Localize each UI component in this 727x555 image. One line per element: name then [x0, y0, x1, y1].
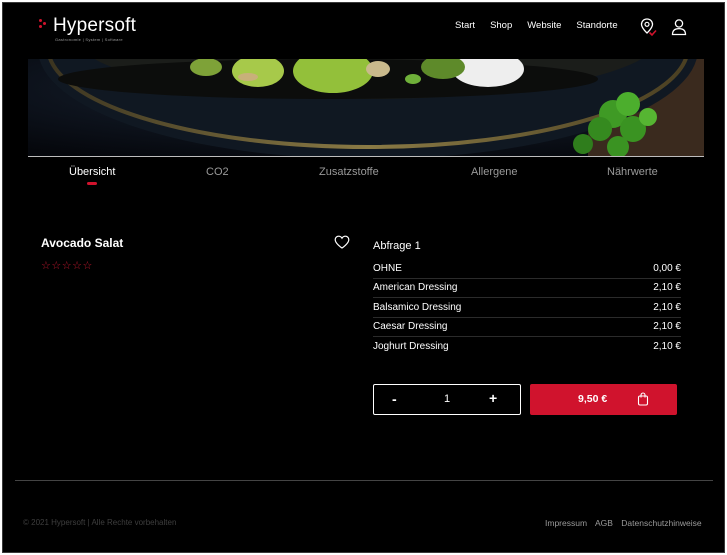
nav-item-shop[interactable]: Shop [490, 20, 512, 31]
tab-co2[interactable]: CO2 [206, 166, 229, 178]
tab-allergene[interactable]: Allergene [471, 166, 517, 178]
map-pin-icon[interactable] [639, 17, 657, 37]
brand-tagline: Gastronomie | System | Software [55, 37, 123, 42]
tabs-divider [28, 156, 704, 157]
option-row-joghurt-dressing[interactable]: Joghurt Dressing 2,10 € [373, 337, 681, 357]
footer-link-impressum[interactable]: Impressum [545, 518, 587, 528]
cart-price: 9,50 € [578, 393, 608, 405]
option-label: Caesar Dressing [373, 321, 448, 333]
rating-stars[interactable]: ☆☆☆☆☆ [41, 259, 93, 272]
quantity-stepper: - 1 + [373, 384, 521, 415]
copyright-text: © 2021 Hypersoft | Alle Rechte vorbehalt… [23, 518, 177, 527]
hero-image [28, 59, 704, 157]
shopping-bag-icon [637, 392, 649, 406]
user-icon[interactable] [670, 17, 688, 37]
option-price: 2,10 € [653, 321, 681, 333]
footer-divider [15, 480, 713, 481]
option-price: 2,10 € [653, 341, 681, 353]
option-price: 2,10 € [653, 282, 681, 294]
option-row-ohne[interactable]: OHNE 0,00 € [373, 259, 681, 279]
option-label: OHNE [373, 262, 402, 274]
footer-links: Impressum AGB Datenschutzhinweise [545, 518, 708, 528]
option-row-american-dressing[interactable]: American Dressing 2,10 € [373, 279, 681, 298]
logo-mark-icon [39, 19, 49, 29]
main-nav: Start Shop Website Standorte [455, 20, 633, 31]
option-row-caesar-dressing[interactable]: Caesar Dressing 2,10 € [373, 318, 681, 337]
salad-bowl-photo [28, 59, 704, 157]
footer-link-datenschutz[interactable]: Datenschutzhinweise [621, 518, 701, 528]
option-label: American Dressing [373, 282, 458, 294]
product-name: Avocado Salat [41, 236, 124, 250]
app-frame: Hypersoft Gastronomie | System | Softwar… [2, 2, 725, 553]
option-list: OHNE 0,00 € American Dressing 2,10 € Bal… [373, 259, 681, 357]
option-price: 2,10 € [653, 301, 681, 313]
tab-uebersicht[interactable]: Übersicht [69, 166, 115, 178]
heart-icon[interactable] [334, 235, 350, 249]
brand-name: Hypersoft [53, 15, 137, 36]
quantity-value: 1 [443, 393, 451, 405]
header: Hypersoft Gastronomie | System | Softwar… [3, 3, 724, 58]
increment-button[interactable]: + [489, 390, 497, 406]
option-label: Joghurt Dressing [373, 341, 449, 353]
nav-item-standorte[interactable]: Standorte [576, 20, 617, 31]
option-row-balsamico-dressing[interactable]: Balsamico Dressing 2,10 € [373, 298, 681, 318]
option-label: Balsamico Dressing [373, 301, 462, 313]
tab-zusatzstoffe[interactable]: Zusatzstoffe [319, 166, 379, 178]
footer-link-agb[interactable]: AGB [595, 518, 613, 528]
tab-naehrwerte[interactable]: Nährwerte [607, 166, 658, 178]
nav-item-start[interactable]: Start [455, 20, 475, 31]
nav-item-website[interactable]: Website [527, 20, 561, 31]
active-tab-indicator [87, 182, 97, 185]
option-price: 0,00 € [653, 262, 681, 274]
option-group-title: Abfrage 1 [373, 240, 421, 252]
add-to-cart-button[interactable]: 9,50 € [530, 384, 677, 415]
logo[interactable]: Hypersoft [39, 15, 136, 37]
